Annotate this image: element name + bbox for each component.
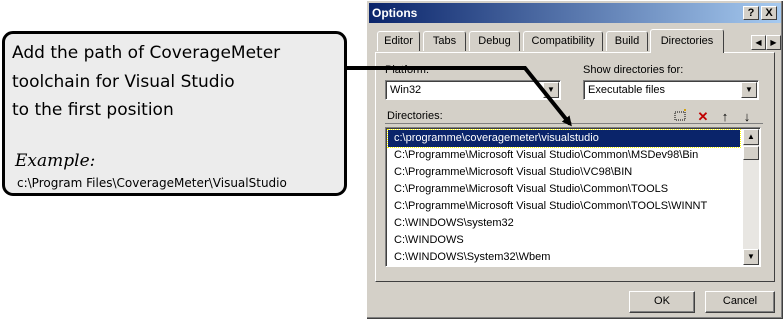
- scroll-thumb[interactable]: [743, 146, 759, 160]
- chevron-down-icon[interactable]: ▼: [543, 82, 559, 98]
- example-heading: Example:: [15, 151, 96, 171]
- tab-directories[interactable]: Directories: [650, 29, 724, 53]
- move-down-icon[interactable]: ↓: [738, 109, 756, 125]
- dialog-title: Options: [372, 6, 418, 20]
- list-item[interactable]: C:\WINDOWS: [388, 232, 740, 249]
- new-folder-icon[interactable]: [672, 109, 690, 125]
- chevron-down-icon[interactable]: ▼: [741, 82, 757, 98]
- list-item[interactable]: C:\Programme\Microsoft Visual Studio\VC9…: [388, 164, 740, 181]
- directory-toolbar: ✕ ↑ ↓: [672, 109, 756, 125]
- platform-select[interactable]: Win32 ▼: [385, 80, 561, 100]
- callout-line-3: to the first position: [12, 100, 174, 120]
- show-directories-select[interactable]: Executable files ▼: [583, 80, 759, 100]
- callout-box: Add the path of CoverageMeter toolchain …: [2, 31, 347, 196]
- tab-scroll-right-icon[interactable]: ▶: [766, 35, 781, 50]
- tab-scroll-left-icon[interactable]: ◀: [751, 35, 766, 50]
- scroll-up-icon[interactable]: ▲: [743, 129, 759, 145]
- list-item[interactable]: c:\programme\coveragemeter\visualstudio: [387, 129, 741, 148]
- callout-line-1: Add the path of CoverageMeter: [12, 43, 281, 63]
- show-directories-value: Executable files: [588, 84, 666, 96]
- directories-list[interactable]: c:\programme\coveragemeter\visualstudio …: [385, 127, 761, 267]
- platform-value: Win32: [390, 84, 422, 96]
- example-path: c:\Program Files\CoverageMeter\VisualStu…: [17, 176, 287, 190]
- directories-label: Directories:: [387, 110, 443, 122]
- cancel-button[interactable]: Cancel: [705, 291, 775, 313]
- delete-icon[interactable]: ✕: [694, 109, 712, 125]
- list-item[interactable]: C:\Programme\Microsoft Visual Studio\Com…: [388, 181, 740, 198]
- list-item[interactable]: C:\WINDOWS\System32\Wbem: [388, 249, 740, 266]
- tab-build[interactable]: Build: [606, 31, 648, 51]
- scroll-down-icon[interactable]: ▼: [743, 249, 759, 265]
- tab-editor[interactable]: Editor: [377, 31, 420, 51]
- list-item[interactable]: C:\WINDOWS\system32: [388, 215, 740, 232]
- show-directories-label: Show directories for:: [583, 64, 684, 76]
- title-bar[interactable]: Options ? X: [369, 3, 781, 23]
- tab-debug[interactable]: Debug: [469, 31, 520, 51]
- tab-tabs[interactable]: Tabs: [423, 31, 466, 51]
- list-item[interactable]: C:\Programme\Microsoft Visual Studio\Com…: [388, 198, 740, 215]
- callout-line-2: toolchain for Visual Studio: [12, 72, 235, 92]
- list-item[interactable]: C:\Programme\Microsoft Visual Studio\Com…: [388, 147, 740, 164]
- directories-panel: Platform: Win32 ▼ Show directories for: …: [375, 52, 775, 282]
- options-dialog: Options ? X Editor Tabs Debug Compatibil…: [366, 0, 783, 319]
- help-button[interactable]: ?: [743, 6, 759, 20]
- tab-compatibility[interactable]: Compatibility: [523, 31, 603, 51]
- ok-button[interactable]: OK: [629, 291, 695, 313]
- tab-strip: Editor Tabs Debug Compatibility Build Di…: [375, 29, 781, 53]
- list-scrollbar[interactable]: ▲ ▼: [743, 129, 759, 265]
- move-up-icon[interactable]: ↑: [716, 109, 734, 125]
- close-button[interactable]: X: [761, 6, 777, 20]
- tab-scroll-buttons: ◀ ▶: [751, 35, 781, 50]
- platform-label: Platform:: [385, 64, 430, 76]
